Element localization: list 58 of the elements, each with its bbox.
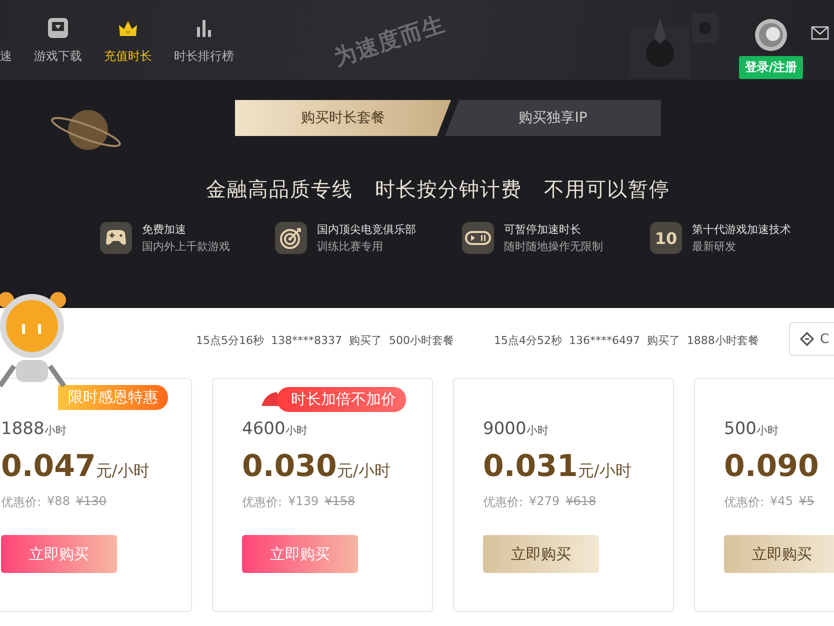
download-icon: [47, 17, 69, 39]
hours-unit: 小时: [44, 423, 66, 438]
feature-title: 免费加速: [142, 222, 187, 238]
buy-now-button[interactable]: 立即购买: [724, 535, 834, 573]
plan-type-tab[interactable]: 购买时长套餐: [235, 100, 451, 136]
nav-tab[interactable]: 游戏下载: [34, 16, 82, 65]
purchase-notice: 15点5分16秒 138****8337 购买了 500小时套餐: [196, 332, 454, 348]
purchase-notice: 15点4分52秒 136****6497 购买了 1888小时套餐: [494, 332, 759, 348]
price-per-hour: 0.047: [1, 449, 96, 484]
price-per-hour: 0.031: [483, 449, 578, 484]
feature-title: 可暂停加速时长: [504, 222, 582, 238]
avatar-icon[interactable]: [754, 18, 788, 52]
play-pause-icon: [462, 222, 494, 254]
price-per-hour: 0.030: [242, 449, 337, 484]
price-unit: 元/小时: [96, 461, 150, 482]
discount-price: ¥88: [47, 494, 70, 510]
nav-tab[interactable]: 速: [0, 16, 12, 65]
number-icon: 10: [650, 222, 682, 254]
coupon-button[interactable]: C: [789, 322, 834, 356]
hours-amount: 500: [724, 419, 756, 439]
discount-price: ¥139: [288, 494, 319, 510]
feature-title: 国内顶尖电竞俱乐部: [317, 222, 416, 238]
plan-type-tab[interactable]: 购买独享IP: [445, 100, 661, 136]
feature-subtitle: 随时随地操作无限制: [504, 239, 603, 255]
target-icon: [275, 222, 307, 254]
hours-amount: 1888: [1, 419, 44, 439]
price-per-hour: 0.090: [724, 449, 819, 484]
original-price: ¥158: [324, 494, 356, 510]
original-price: ¥130: [76, 494, 106, 510]
hours-amount: 9000: [483, 419, 526, 439]
hours-amount: 4600: [242, 419, 286, 439]
discount-label: 优惠价:: [242, 494, 282, 511]
discount-price: ¥45: [770, 494, 793, 510]
price-unit: 元/小时: [578, 461, 632, 482]
discount-label: 优惠价:: [483, 494, 524, 511]
feature-subtitle: 训练比赛专用: [317, 239, 384, 255]
discount-price: ¥279: [529, 494, 560, 510]
gamepad-icon: [100, 222, 132, 254]
feature-subtitle: 最新研发: [692, 239, 737, 255]
hours-unit: 小时: [526, 423, 548, 438]
promo-badge: 时长加倍不加价: [277, 387, 406, 412]
hours-unit: 小时: [756, 423, 778, 438]
price-unit: 元/小时: [336, 461, 390, 482]
original-price: ¥5: [798, 494, 814, 510]
feature-subtitle: 国内外上千款游戏: [142, 239, 230, 255]
slogan-artwork-text: 为速度而生: [330, 10, 449, 74]
hero-headline: 金融高品质专线 时长按分钟计费 不用可以暂停: [205, 176, 672, 203]
discount-label: 优惠价:: [1, 494, 42, 511]
tag-icon: [800, 332, 814, 346]
discount-label: 优惠价:: [724, 494, 764, 511]
nav-tab[interactable]: 充值时长: [104, 16, 152, 65]
original-price: ¥618: [566, 494, 596, 510]
promo-badge: 限时感恩特惠: [58, 385, 168, 410]
nav-tab[interactable]: 时长排行榜: [174, 16, 234, 65]
hours-unit: 小时: [285, 423, 308, 438]
buy-now-button[interactable]: 立即购买: [483, 535, 599, 573]
feature-title: 第十代游戏加速技术: [692, 222, 791, 238]
mail-icon[interactable]: [811, 26, 829, 40]
